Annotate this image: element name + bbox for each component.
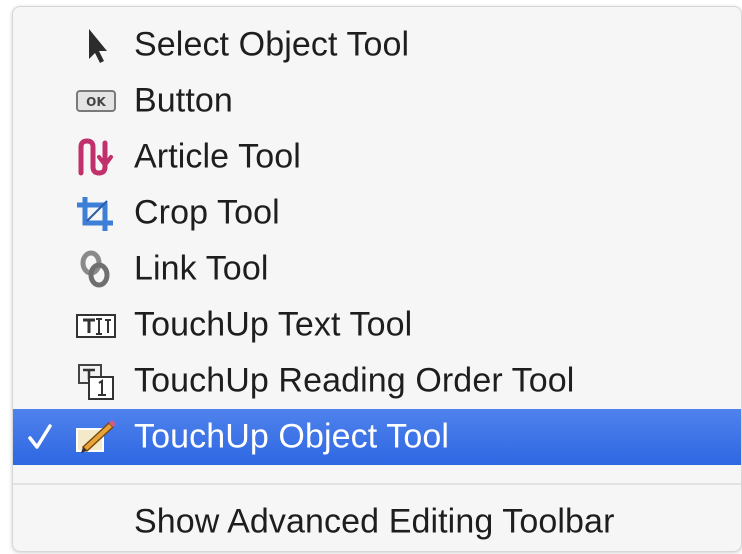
arrow-pointer-icon: [89, 29, 107, 63]
menu-item-button[interactable]: OK Button: [13, 73, 741, 129]
link-icon: [80, 250, 110, 288]
menu-item-article-tool[interactable]: Article Tool: [13, 129, 741, 185]
menu-item-select-object-tool[interactable]: Select Object Tool: [13, 17, 741, 73]
menu-item-label: TouchUp Object Tool: [134, 417, 450, 456]
touchup-text-icon: [76, 314, 116, 338]
menu-item-touchup-object-tool[interactable]: TouchUp Object Tool: [13, 409, 741, 465]
menu-item-label: Article Tool: [134, 137, 301, 176]
menu-item-label: Show Advanced Editing Toolbar: [134, 502, 615, 541]
menu-item-label: Link Tool: [134, 249, 269, 288]
ok-button-icon: OK: [76, 90, 116, 112]
checkmark-icon: [28, 424, 52, 449]
menu-item-touchup-reading-order-tool[interactable]: TouchUp Reading Order Tool: [13, 353, 741, 409]
menu-separator: [13, 483, 741, 485]
menu-item-label: TouchUp Text Tool: [134, 305, 413, 344]
svg-text:OK: OK: [86, 95, 106, 109]
menu-item-show-advanced-editing-toolbar[interactable]: Show Advanced Editing Toolbar: [13, 494, 741, 550]
menu-item-crop-tool[interactable]: Crop Tool: [13, 185, 741, 241]
menu-item-touchup-text-tool[interactable]: TouchUp Text Tool: [13, 297, 741, 353]
menu-item-label: Button: [134, 81, 233, 120]
menu-item-label: Select Object Tool: [134, 25, 410, 64]
menu-item-label: TouchUp Reading Order Tool: [134, 361, 575, 400]
menu-item-label: Crop Tool: [134, 193, 280, 232]
article-icon: [78, 138, 113, 176]
touchup-object-icon: [76, 420, 116, 453]
reading-order-icon: [78, 364, 114, 400]
menu-item-link-tool[interactable]: Link Tool: [13, 241, 741, 297]
tools-context-menu: Select Object Tool OK Button Article Too…: [12, 6, 742, 552]
crop-icon: [77, 197, 113, 231]
